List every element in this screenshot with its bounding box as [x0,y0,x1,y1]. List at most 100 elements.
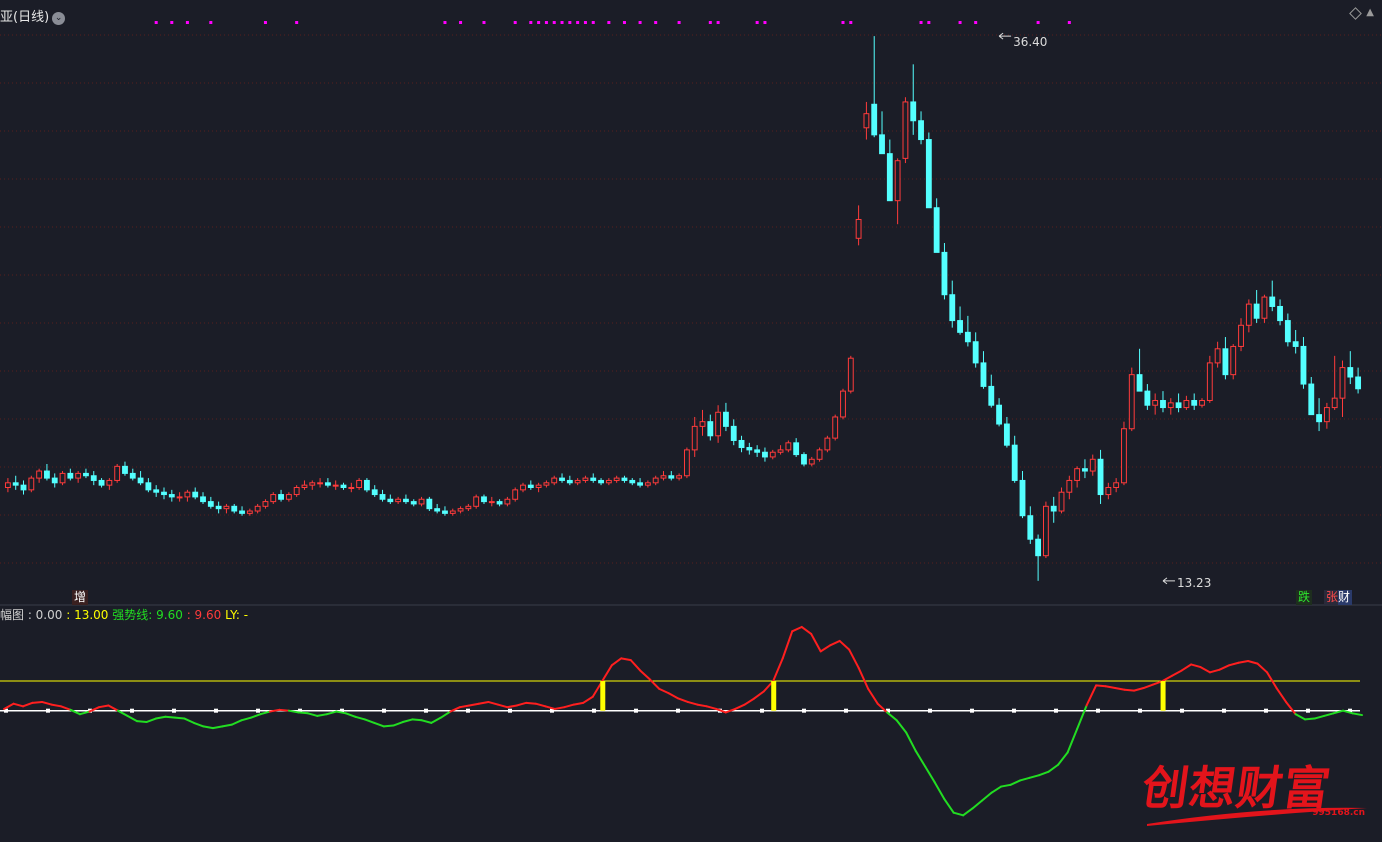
candle-body [51,477,58,484]
chevron-down-icon[interactable]: ⌄ [52,12,66,25]
signal-dot [607,21,611,24]
indicator-segment [1057,751,1069,766]
candle-body [855,218,862,239]
signal-dot [295,21,299,24]
indicator-segment [1266,671,1278,690]
indicator-segment [534,702,547,708]
indicator-segment [411,718,423,722]
candle-body [738,439,745,449]
indicator-segment [515,701,528,707]
indicator-segment [933,781,946,800]
indicator-segment [1247,659,1259,665]
indicator-segment [496,703,509,709]
caret-up-icon[interactable]: ▲ [1366,7,1374,18]
indicator-segment [696,703,708,708]
indicator-segment [278,708,290,712]
indicator-segment [905,731,917,752]
candle-body [1121,428,1127,484]
base-marker [424,708,428,713]
indicator-segment [230,719,243,726]
indicator-segment [97,704,110,709]
candle-body [457,508,464,512]
candle-body [1292,341,1299,347]
candle-body [980,362,987,387]
candle-body [871,103,878,136]
indicator-segment [677,697,689,703]
candle-body [1152,400,1159,406]
candle-body [816,449,823,460]
indicator-segment [335,710,347,715]
candle-body [879,134,885,155]
indicator-segment [135,720,148,724]
indicator-segment [914,749,927,768]
chart-title[interactable]: 亚(日线) ⌄ [0,6,66,25]
signal-dot [443,21,447,24]
badge-zeng[interactable]: 增 [72,590,89,605]
indicator-segment [1209,668,1221,674]
base-marker [1012,708,1016,713]
base-marker [508,708,512,713]
annotation-label: 36.40 [1013,35,1047,49]
candle-body [1300,345,1307,385]
candle-body [36,470,43,479]
candle-body [129,472,136,479]
base-marker [1180,708,1184,713]
candle-body [723,411,729,427]
indicator-segment [1313,714,1326,720]
cross-bar [771,681,777,711]
candle-body [137,477,144,484]
candles [4,36,1362,581]
candle-body [1097,458,1104,496]
candle-body [410,501,417,505]
indicator-segment [145,717,157,724]
indicator-segment [667,692,680,700]
candle-body [403,498,409,503]
legend-v2: 强势线: 9.60 [112,608,183,622]
candle-body [1066,479,1073,493]
candle-body [239,510,245,514]
base-marker [466,708,470,713]
candle-body [387,498,394,503]
indicator-segment [325,710,338,716]
candle-body [785,442,792,451]
indicator-segment [306,712,319,717]
indicator-segment [21,701,34,708]
indicator-segment [1180,663,1193,672]
badge-cai[interactable]: 财 [1338,590,1353,605]
indicator-segment [1199,666,1212,674]
indicator-segment [363,718,376,724]
indicator-segment [848,648,860,669]
badge-zhang[interactable]: 张 [1324,590,1339,605]
candle-body [168,494,175,498]
candle-body [1206,362,1213,402]
indicator-segment [202,725,214,730]
indicator-segment [563,703,575,709]
indicator-segment [468,702,480,707]
candle-body [590,477,597,481]
indicator-segment [1104,685,1117,690]
indicator-legend: 幅图 : 0.00 : 13.00 强势线: 9.60 : 9.60 LY: - [0,606,248,623]
indicator-segment [1066,728,1079,754]
base-marker [130,708,134,713]
candle-body [192,491,199,498]
candle-body [1113,482,1120,489]
candle-body [1284,320,1291,343]
candle-body [777,449,784,453]
candle-body [769,451,776,458]
candle-body [1160,400,1166,409]
candle-body [1082,468,1088,472]
indicator-segment [1171,669,1183,677]
candle-body [75,472,82,479]
indicator-segment [952,811,965,817]
indicator-segment [895,719,908,734]
indicator-segment [1218,664,1231,671]
indicator-segment [1285,700,1297,716]
signal-dot [583,21,587,24]
badge-die[interactable]: 跌 [1296,590,1313,605]
cross-bar [1160,681,1166,711]
indicator-segment [1085,684,1098,707]
legend-name: 幅图 : 0.00 [0,608,63,622]
candle-body [301,484,308,489]
signal-dot [958,21,962,24]
candle-body [996,404,1003,425]
